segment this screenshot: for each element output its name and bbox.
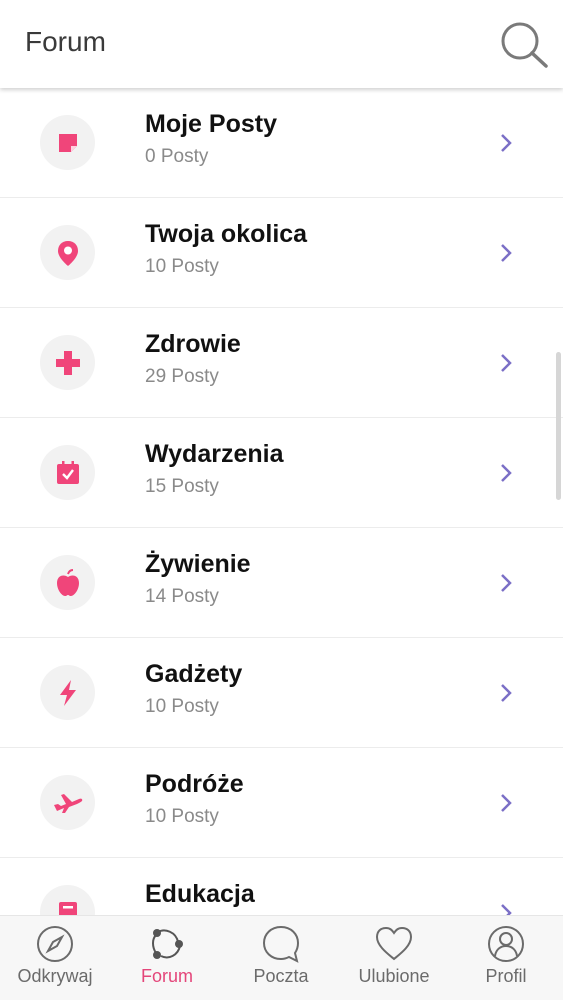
nav-tab-odkrywaj[interactable]: Odkrywaj <box>0 916 110 1000</box>
category-row-gadzety[interactable]: Gadżety 10 Posty <box>0 638 563 748</box>
category-row-twoja-okolica[interactable]: Twoja okolica 10 Posty <box>0 198 563 308</box>
location-pin-icon <box>40 225 95 280</box>
category-post-count: 15 Posty <box>145 476 219 497</box>
category-post-count: 0 Posty <box>145 146 209 167</box>
category-title: Żywienie <box>145 550 251 578</box>
nav-tab-poczta[interactable]: Poczta <box>226 916 336 1000</box>
calendar-icon <box>40 445 95 500</box>
chevron-right-icon <box>501 354 512 372</box>
page-title: Forum <box>25 26 106 57</box>
category-post-count: 10 Posty <box>145 806 219 827</box>
category-title: Wydarzenia <box>145 440 284 468</box>
forum-screen: Forum Moje Posty 0 Posty Twoja okolica 1… <box>0 0 563 1000</box>
nav-label: Poczta <box>253 966 309 986</box>
chevron-right-icon <box>501 794 512 812</box>
chat-bubble-icon <box>262 925 300 963</box>
app-header: Forum <box>0 0 563 88</box>
category-row-zdrowie[interactable]: Zdrowie 29 Posty <box>0 308 563 418</box>
category-post-count: 10 Posty <box>145 256 219 277</box>
category-list: Moje Posty 0 Posty Twoja okolica 10 Post… <box>0 88 563 968</box>
apple-icon <box>40 555 95 610</box>
chevron-right-icon <box>501 244 512 262</box>
chevron-right-icon <box>501 574 512 592</box>
scrollbar[interactable] <box>556 352 561 500</box>
medical-cross-icon <box>40 335 95 390</box>
category-post-count: 29 Posty <box>145 366 219 387</box>
category-title: Podróże <box>145 770 244 798</box>
nav-label: Forum <box>140 966 193 986</box>
category-title: Moje Posty <box>145 110 277 138</box>
category-title: Twoja okolica <box>145 220 308 248</box>
category-row-podroze[interactable]: Podróże 10 Posty <box>0 748 563 858</box>
category-row-wydarzenia[interactable]: Wydarzenia 15 Posty <box>0 418 563 528</box>
category-row-moje-posty[interactable]: Moje Posty 0 Posty <box>0 88 563 198</box>
search-icon <box>501 22 548 68</box>
bottom-navigation: Odkrywaj Forum Poczta Ulubione Profil <box>0 915 563 1000</box>
nav-tab-profil[interactable]: Profil <box>451 916 561 1000</box>
profile-icon <box>488 926 524 962</box>
heart-icon <box>375 926 413 961</box>
chevron-right-icon <box>501 684 512 702</box>
search-button[interactable] <box>498 20 550 68</box>
chevron-right-icon <box>501 464 512 482</box>
airplane-icon <box>40 775 95 830</box>
lightning-icon <box>40 665 95 720</box>
nav-label: Odkrywaj <box>17 966 93 986</box>
note-icon <box>40 115 95 170</box>
chevron-right-icon <box>501 134 512 152</box>
category-title: Edukacja <box>145 880 255 908</box>
compass-icon <box>37 926 73 962</box>
nav-label: Ulubione <box>358 966 430 986</box>
nav-tab-ulubione[interactable]: Ulubione <box>339 916 449 1000</box>
category-post-count: 14 Posty <box>145 586 219 607</box>
category-post-count: 10 Posty <box>145 696 219 717</box>
category-title: Gadżety <box>145 660 243 688</box>
nav-tab-forum[interactable]: Forum <box>112 916 222 1000</box>
forum-network-icon <box>152 929 183 959</box>
nav-label: Profil <box>485 966 527 986</box>
category-row-zywienie[interactable]: Żywienie 14 Posty <box>0 528 563 638</box>
category-title: Zdrowie <box>145 330 241 358</box>
